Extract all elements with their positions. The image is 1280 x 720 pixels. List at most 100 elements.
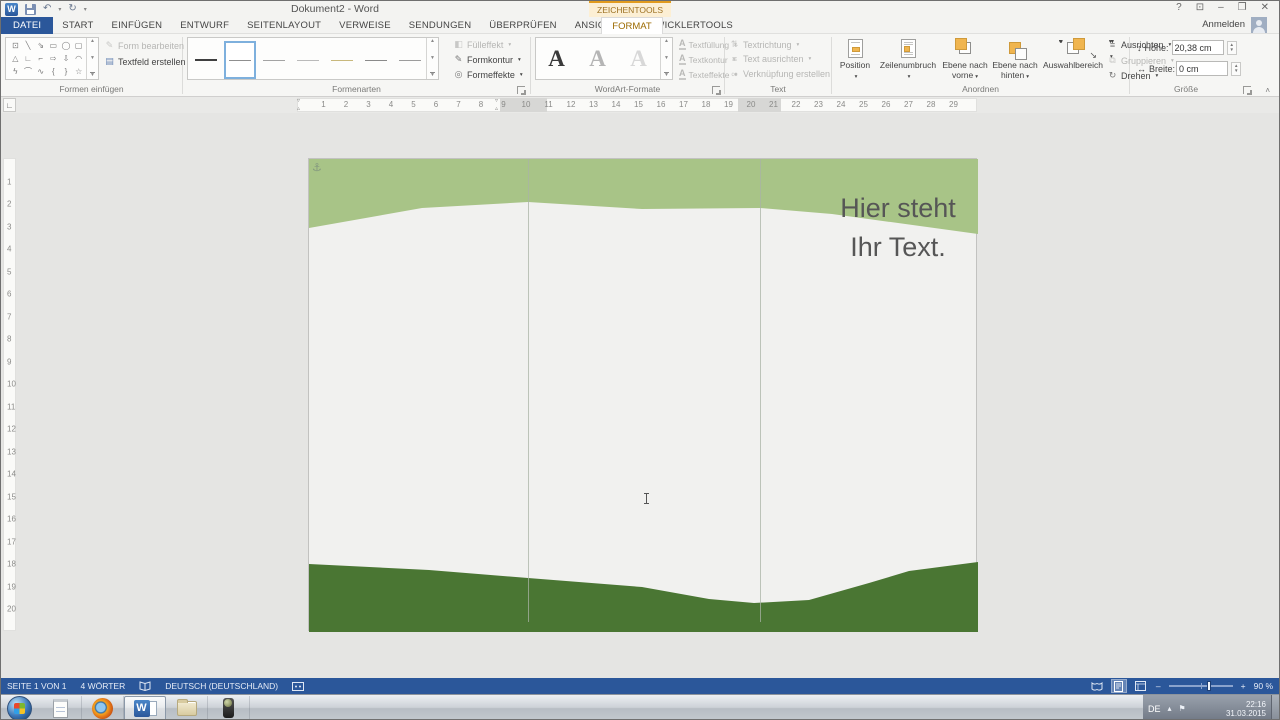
taskbar-button-firefox[interactable] (82, 696, 124, 720)
shape-icon[interactable]: { (52, 68, 55, 76)
tab-einfügen[interactable]: EINFÜGEN (103, 17, 172, 34)
shape-gallery-scroll[interactable]: ▲ ▼ ▼ (86, 38, 98, 79)
tray-clock[interactable]: 22:16 31.03.2015 (1226, 700, 1266, 718)
zoom-in-button[interactable]: + (1241, 681, 1246, 691)
tab-datei[interactable]: DATEI (1, 17, 53, 34)
textkontur-button[interactable]: A Textkontur (679, 54, 735, 65)
scroll-down-icon[interactable]: ▼ (90, 56, 95, 61)
height-input[interactable] (1172, 40, 1224, 55)
taskbar-button-camera[interactable] (208, 696, 250, 720)
shape-icon[interactable]: ◠ (75, 55, 82, 63)
scroll-down-icon[interactable]: ▼ (664, 56, 669, 61)
read-mode-icon[interactable] (1090, 680, 1104, 692)
customize-qat-icon[interactable]: ▾ (84, 6, 87, 13)
tab-verweise[interactable]: VERWEISE (330, 17, 400, 34)
zoom-out-button[interactable]: – (1156, 681, 1161, 691)
vertical-ruler[interactable]: 1234567891011121314151617181920 (3, 158, 16, 631)
shape-icon[interactable]: △ (12, 55, 18, 63)
restore-button[interactable]: ❐ (1238, 2, 1247, 13)
textrichtung-button[interactable]: ⇅ Textrichtung (729, 39, 799, 50)
shape-icon[interactable]: ▭ (50, 42, 58, 50)
verknuepfung-button[interactable]: ∞ Verknüpfung erstellen (729, 69, 830, 79)
style-swatch[interactable] (258, 41, 290, 79)
scroll-up-icon[interactable]: ▲ (430, 39, 435, 44)
selection-pane-button[interactable]: ↘ Auswahlbereich (1041, 36, 1105, 82)
shape-icon[interactable]: ☆ (75, 68, 82, 76)
shape-icon[interactable]: ╲ (26, 42, 31, 50)
page-indicator[interactable]: SEITE 1 VON 1 (7, 681, 67, 691)
shape-icon[interactable]: ⌒ (24, 68, 32, 76)
formkontur-button[interactable]: ✎ Formkontur (453, 54, 521, 65)
ribbon-options-button[interactable]: ⊡ (1196, 2, 1204, 13)
zoom-level[interactable]: 90 % (1254, 681, 1273, 691)
macro-icon[interactable] (292, 682, 304, 691)
shape-icon[interactable]: ⌐ (38, 55, 43, 63)
tab-entwurf[interactable]: ENTWURF (171, 17, 238, 34)
help-button[interactable]: ? (1176, 2, 1182, 13)
shape-gallery[interactable]: ⊡ ╲ ⇘ ▭ ◯ ▢ △ ∟ ⌐ ⇨ ⇩ ◠ ϟ ⌒ ∿ {} ☆ ▲ ▼ ▼ (5, 37, 99, 80)
bring-forward-button[interactable]: Ebene nach vorne (941, 36, 989, 82)
show-desktop-button[interactable] (1271, 695, 1279, 720)
zeilenumbruch-button[interactable]: Zeilenumbruch (877, 36, 939, 82)
undo-dropdown-icon[interactable]: ▾ (58, 6, 61, 13)
tab-seitenlayout[interactable]: SEITENLAYOUT (238, 17, 330, 34)
gallery-more-icon[interactable]: ▼ (430, 72, 435, 78)
shape-icon[interactable]: ◯ (62, 42, 71, 50)
shape-icon[interactable]: ▢ (75, 42, 83, 50)
taskbar-button-notepad[interactable] (40, 696, 82, 720)
style-swatch[interactable] (360, 41, 392, 79)
wordart-gallery-scroll[interactable]: ▲ ▼ ▼ (660, 38, 672, 79)
tab-selector[interactable]: ∟ (3, 98, 16, 112)
style-swatch[interactable] (326, 41, 358, 79)
undo-button[interactable]: ↶ (43, 3, 51, 15)
width-spinner[interactable]: ▲▼ (1231, 62, 1241, 76)
word-logo-icon[interactable]: W (5, 3, 18, 16)
action-center-flag-icon[interactable]: ⚑ (1179, 705, 1186, 713)
wordart-style[interactable]: A (548, 46, 565, 72)
word-count[interactable]: 4 WÖRTER (81, 681, 126, 691)
tab-überprüfen[interactable]: ÜBERPRÜFEN (480, 17, 565, 34)
shape-icon[interactable]: ⊡ (12, 42, 19, 50)
dialog-launcher-icon[interactable] (1243, 86, 1251, 94)
style-swatch[interactable] (292, 41, 324, 79)
style-swatch[interactable] (394, 41, 426, 79)
style-swatch[interactable] (224, 41, 256, 79)
taskbar-button-folder[interactable] (166, 696, 208, 720)
shape-icon[interactable]: ∟ (24, 55, 32, 63)
shape-icon[interactable]: ⇘ (37, 42, 44, 50)
shape-icon[interactable]: ∿ (37, 68, 44, 76)
fuelleffekt-button[interactable]: ◧ Fülleffekt (453, 39, 511, 50)
shape-icon[interactable]: ⇩ (63, 55, 70, 63)
scroll-up-icon[interactable]: ▲ (664, 39, 669, 44)
language-indicator[interactable]: DEUTSCH (DEUTSCHLAND) (165, 681, 278, 691)
send-backward-button[interactable]: Ebene nach hinten (991, 36, 1039, 82)
web-layout-icon[interactable] (1134, 680, 1148, 692)
position-button[interactable]: Position (835, 36, 875, 82)
text-ausrichten-button[interactable]: ≡ Text ausrichten (729, 54, 811, 64)
textfeld-erstellen-button[interactable]: ▤ Textfeld erstellen (104, 56, 186, 67)
avatar[interactable] (1251, 17, 1267, 33)
shape-icon[interactable]: ϟ (13, 68, 17, 76)
form-bearbeiten-button[interactable]: ✎ Form bearbeiten (104, 40, 192, 51)
first-line-indent-marker[interactable]: ▿ (495, 98, 498, 104)
height-spinner[interactable]: ▲▼ (1227, 41, 1237, 55)
dialog-launcher-icon[interactable] (712, 86, 720, 94)
tray-expand-icon[interactable]: ▴ (1168, 705, 1172, 713)
shape-icon[interactable]: } (65, 68, 68, 76)
save-icon[interactable] (25, 4, 36, 15)
print-layout-icon[interactable] (1112, 680, 1126, 692)
tab-sendungen[interactable]: SENDUNGEN (400, 17, 481, 34)
scroll-up-icon[interactable]: ▲ (90, 39, 95, 44)
gallery-more-icon[interactable]: ▼ (90, 72, 95, 78)
dialog-launcher-icon[interactable] (517, 86, 525, 94)
taskbar-button-word[interactable]: W (124, 696, 166, 720)
horizontal-ruler[interactable]: ∟ 12345678910111213141516171819202122232… (1, 97, 1279, 113)
sign-in-link[interactable]: Anmelden (1202, 19, 1245, 30)
wordart-style[interactable]: A (630, 46, 647, 72)
left-indent-marker[interactable]: ▵ (297, 106, 300, 112)
close-button[interactable]: ✕ (1261, 2, 1269, 13)
redo-button[interactable]: ↻ (68, 3, 76, 15)
shape-icon[interactable]: ⇨ (50, 55, 57, 63)
bottom-wave-shape[interactable] (309, 562, 978, 632)
tab-format-active[interactable]: FORMAT (601, 17, 663, 35)
